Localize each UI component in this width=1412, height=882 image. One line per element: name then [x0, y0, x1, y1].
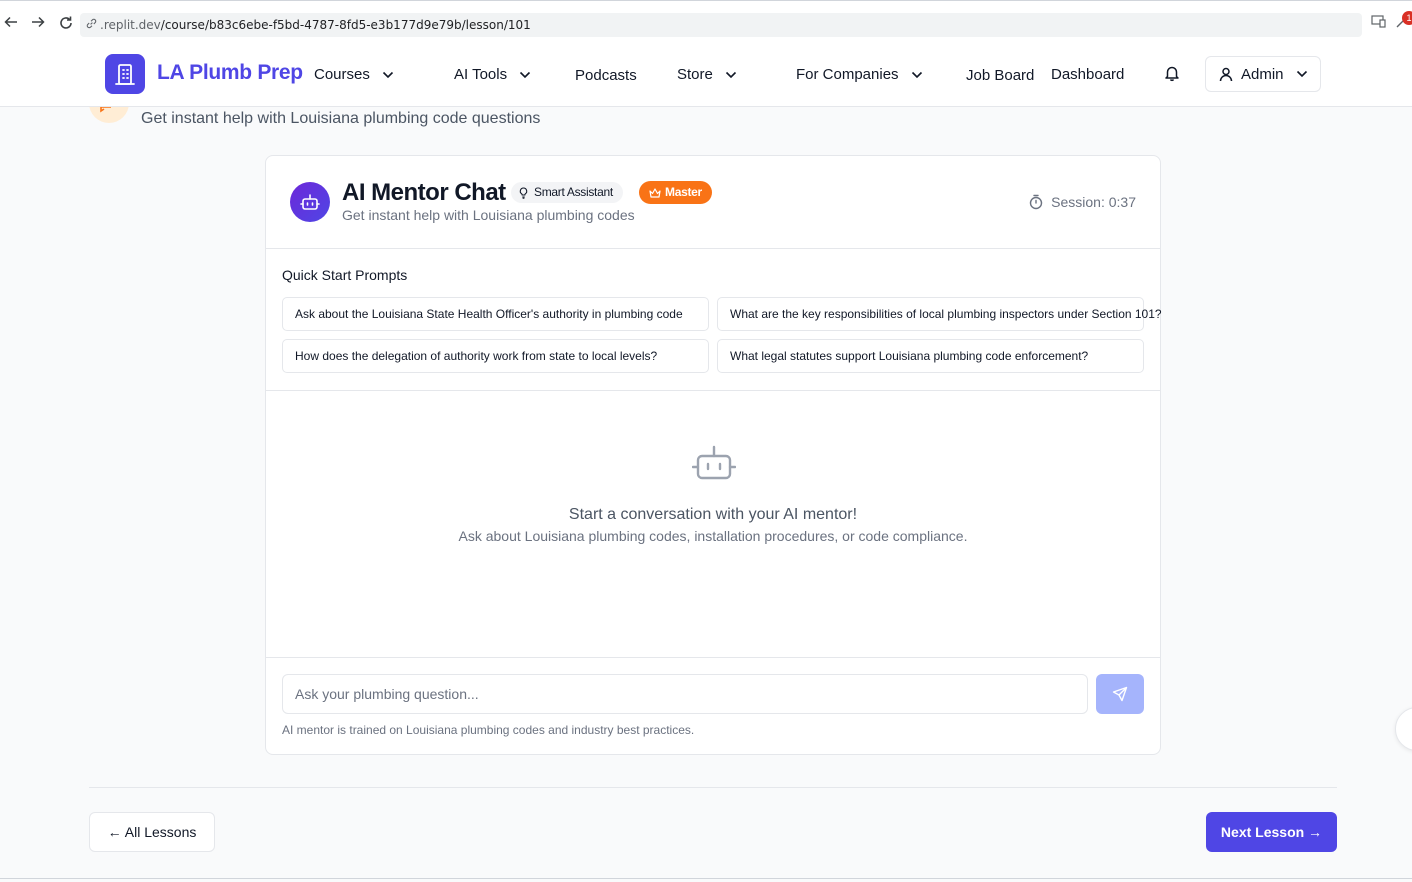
nav-for-companies[interactable]: For Companies	[796, 66, 923, 83]
chevron-down-icon	[1296, 70, 1308, 78]
divider	[89, 787, 1337, 788]
building-icon[interactable]	[105, 54, 145, 94]
prompt-button[interactable]: How does the delegation of authority wor…	[282, 339, 709, 373]
smart-assistant-badge: Smart Assistant	[511, 182, 623, 203]
chevron-down-icon	[911, 71, 923, 79]
quick-start-prompts: Quick Start Prompts Ask about the Louisi…	[266, 249, 1162, 391]
nav-podcasts-label: Podcasts	[575, 67, 637, 84]
all-lessons-button[interactable]: ← All Lessons	[89, 812, 215, 852]
master-badge: Master	[639, 181, 712, 204]
prompt-button[interactable]: Ask about the Louisiana State Health Off…	[282, 297, 709, 331]
floating-action-button[interactable]	[1395, 707, 1412, 751]
ai-mentor-chat-card: AI Mentor Chat Smart Assistant Master Ge…	[265, 155, 1162, 756]
site-info-icon[interactable]	[86, 14, 100, 37]
prompt-button[interactable]: What legal statutes support Louisiana pl…	[717, 339, 1144, 373]
session-label: Session: 0:37	[1051, 194, 1136, 210]
bot-icon	[290, 182, 330, 222]
nav-store-label: Store	[677, 66, 713, 83]
chat-header: AI Mentor Chat Smart Assistant Master Ge…	[266, 156, 1160, 249]
send-button[interactable]	[1096, 674, 1144, 714]
browser-toolbar: .replit.dev/course/b83c6ebe-f5bd-4787-8f…	[0, 0, 1412, 44]
next-lesson-button[interactable]: Next Lesson →	[1206, 812, 1337, 852]
crown-icon	[649, 187, 661, 198]
user-menu-button[interactable]: Admin	[1205, 56, 1321, 92]
chevron-down-icon	[725, 71, 737, 79]
cast-icon[interactable]	[1369, 15, 1387, 33]
user-icon	[1219, 67, 1233, 82]
nav-job-board[interactable]: Job Board	[966, 67, 1034, 84]
user-menu-label: Admin	[1241, 65, 1284, 83]
nav-store[interactable]: Store	[677, 66, 737, 83]
chat-input-area: AI mentor is trained on Louisiana plumbi…	[266, 658, 1160, 756]
forward-arrow-icon[interactable]	[29, 15, 47, 33]
extension-badge: 1	[1402, 11, 1412, 25]
divider	[0, 878, 1412, 879]
nav-podcasts[interactable]: Podcasts	[575, 67, 637, 84]
reload-icon[interactable]	[57, 15, 75, 33]
address-bar[interactable]: .replit.dev/course/b83c6ebe-f5bd-4787-8f…	[80, 13, 1362, 37]
send-icon	[1112, 686, 1128, 702]
session-timer: Session: 0:37	[1029, 194, 1136, 210]
master-label: Master	[665, 185, 702, 199]
chat-empty-state: Start a conversation with your AI mentor…	[266, 391, 1160, 658]
back-arrow-icon[interactable]	[2, 15, 20, 33]
nav-courses[interactable]: Courses	[314, 66, 394, 83]
url-host: .replit.dev	[100, 18, 161, 32]
brand-name[interactable]: LA Plumb Prep	[157, 61, 303, 85]
bot-icon	[691, 443, 737, 483]
nav-dashboard-label: Dashboard	[1051, 66, 1125, 83]
url-path: /course/b83c6ebe-f5bd-4787-8fd5-e3b177d9…	[160, 18, 531, 32]
quick-start-title: Quick Start Prompts	[282, 267, 408, 283]
empty-state-title: Start a conversation with your AI mentor…	[568, 506, 858, 523]
timer-icon	[1029, 194, 1043, 210]
chat-footnote: AI mentor is trained on Louisiana plumbi…	[282, 723, 695, 737]
chat-title: AI Mentor Chat	[342, 179, 506, 206]
lightbulb-icon	[519, 186, 528, 199]
chevron-down-icon	[519, 71, 531, 79]
chevron-down-icon	[382, 71, 394, 79]
bell-icon[interactable]	[1163, 64, 1181, 82]
nav-job-board-label: Job Board	[966, 67, 1035, 84]
nav-ai-tools-label: AI Tools	[454, 66, 508, 83]
chat-input[interactable]	[282, 674, 1088, 714]
nav-courses-label: Courses	[314, 66, 370, 83]
prompt-button[interactable]: What are the key responsibilities of loc…	[717, 297, 1162, 331]
smart-assistant-label: Smart Assistant	[534, 185, 613, 199]
nav-dashboard[interactable]: Dashboard	[1051, 66, 1124, 83]
page-subtitle: Get instant help with Louisiana plumbing…	[141, 110, 541, 127]
app-header: LA Plumb Prep Courses AI Tools Podcasts …	[0, 44, 1412, 107]
nav-for-companies-label: For Companies	[796, 66, 899, 83]
chat-subtitle: Get instant help with Louisiana plumbing…	[342, 207, 635, 223]
nav-ai-tools[interactable]: AI Tools	[454, 66, 531, 83]
empty-state-subtitle: Ask about Louisiana plumbing codes, inst…	[458, 528, 968, 544]
